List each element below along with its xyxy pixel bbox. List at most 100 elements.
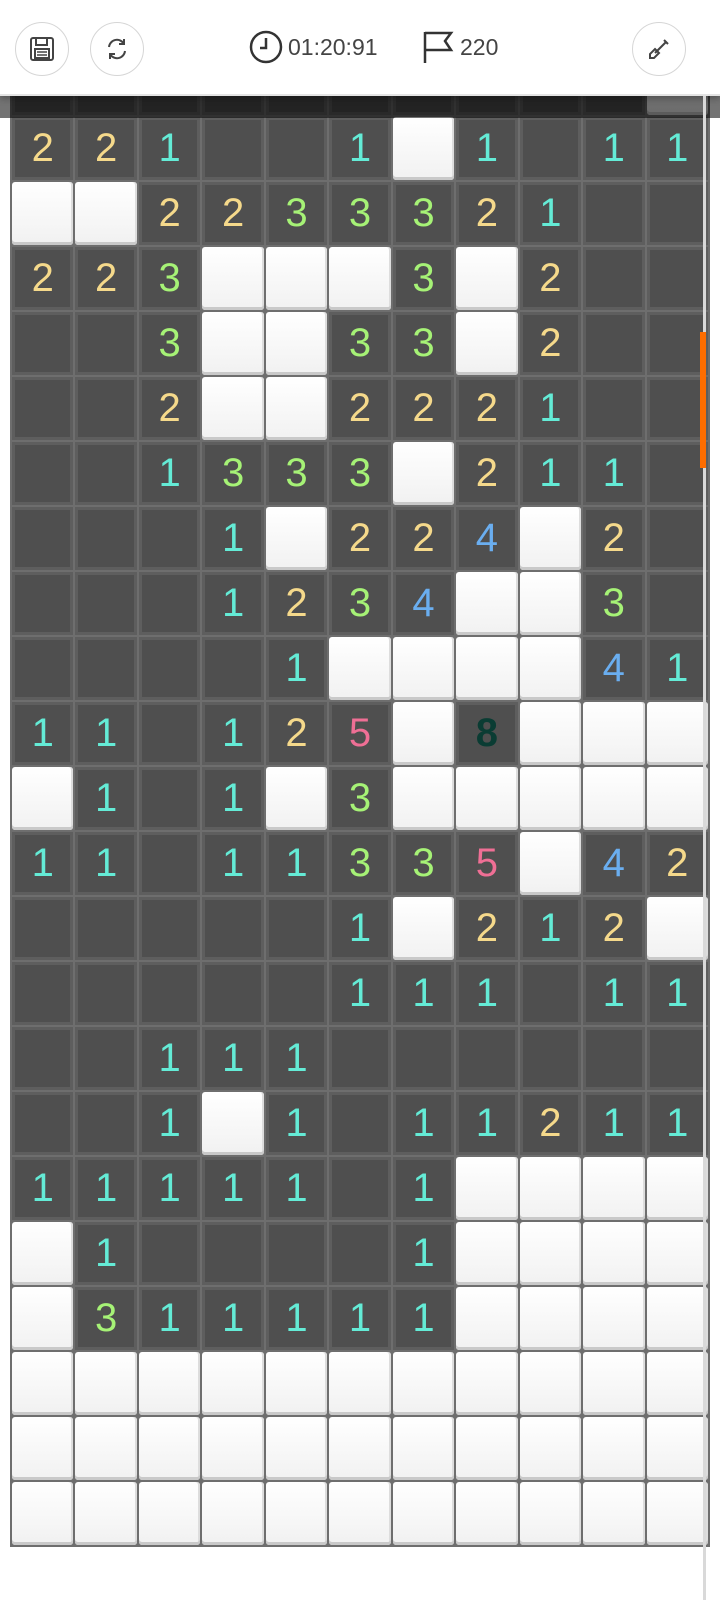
empty-cell[interactable]: [75, 897, 137, 960]
number-cell[interactable]: 2: [519, 247, 582, 310]
empty-cell[interactable]: [329, 1027, 391, 1090]
empty-cell[interactable]: [202, 117, 264, 180]
number-cell[interactable]: 1: [12, 1157, 74, 1220]
empty-cell[interactable]: [329, 1222, 391, 1285]
number-cell[interactable]: 1: [646, 962, 708, 1025]
empty-cell[interactable]: [12, 1092, 74, 1155]
number-cell[interactable]: 2: [12, 117, 74, 180]
empty-cell[interactable]: [12, 1027, 74, 1090]
number-cell[interactable]: 1: [202, 1157, 264, 1220]
number-cell[interactable]: 1: [329, 897, 391, 960]
number-cell[interactable]: 1: [138, 1287, 201, 1350]
unrevealed-cell[interactable]: [646, 1352, 708, 1415]
number-cell[interactable]: 4: [583, 637, 645, 700]
empty-cell[interactable]: [646, 572, 708, 635]
unrevealed-cell[interactable]: [12, 767, 74, 830]
unrevealed-cell[interactable]: [202, 1092, 264, 1155]
number-cell[interactable]: 4: [456, 507, 518, 570]
number-cell[interactable]: 2: [583, 897, 645, 960]
empty-cell[interactable]: [138, 897, 201, 960]
unrevealed-cell[interactable]: [12, 1352, 74, 1415]
number-cell[interactable]: 1: [583, 1092, 645, 1155]
number-cell[interactable]: 1: [265, 1157, 328, 1220]
number-cell[interactable]: 1: [265, 1027, 328, 1090]
number-cell[interactable]: 3: [329, 182, 391, 245]
number-cell[interactable]: 3: [329, 442, 391, 505]
number-cell[interactable]: 3: [265, 182, 328, 245]
unrevealed-cell[interactable]: [138, 1482, 201, 1545]
number-cell[interactable]: 2: [456, 377, 518, 440]
empty-cell[interactable]: [75, 312, 137, 375]
empty-cell[interactable]: [583, 182, 645, 245]
number-cell[interactable]: 1: [392, 1092, 455, 1155]
unrevealed-cell[interactable]: [583, 1157, 645, 1220]
unrevealed-cell[interactable]: [12, 1417, 74, 1480]
empty-cell[interactable]: [12, 572, 74, 635]
unrevealed-cell[interactable]: [329, 1482, 391, 1545]
number-cell[interactable]: 1: [138, 1157, 201, 1220]
empty-cell[interactable]: [265, 962, 328, 1025]
number-cell[interactable]: 2: [392, 507, 455, 570]
unrevealed-cell[interactable]: [202, 1352, 264, 1415]
empty-cell[interactable]: [138, 1222, 201, 1285]
number-cell[interactable]: 1: [265, 1287, 328, 1350]
number-cell[interactable]: 1: [329, 117, 391, 180]
unrevealed-cell[interactable]: [392, 117, 455, 180]
empty-cell[interactable]: [12, 507, 74, 570]
unrevealed-cell[interactable]: [265, 767, 328, 830]
number-cell[interactable]: 2: [519, 1092, 582, 1155]
empty-cell[interactable]: [265, 897, 328, 960]
number-cell[interactable]: 2: [75, 247, 137, 310]
unrevealed-cell[interactable]: [583, 1482, 645, 1545]
unrevealed-cell[interactable]: [519, 1157, 582, 1220]
unrevealed-cell[interactable]: [646, 1482, 708, 1545]
unrevealed-cell[interactable]: [138, 1417, 201, 1480]
unrevealed-cell[interactable]: [646, 1417, 708, 1480]
number-cell[interactable]: 1: [519, 897, 582, 960]
number-cell[interactable]: 3: [75, 1287, 137, 1350]
unrevealed-cell[interactable]: [456, 312, 518, 375]
empty-cell[interactable]: [138, 507, 201, 570]
unrevealed-cell[interactable]: [392, 767, 455, 830]
number-cell[interactable]: 1: [202, 1027, 264, 1090]
unrevealed-cell[interactable]: [12, 1287, 74, 1350]
unrevealed-cell[interactable]: [583, 767, 645, 830]
unrevealed-cell[interactable]: [392, 637, 455, 700]
unrevealed-cell[interactable]: [583, 1417, 645, 1480]
unrevealed-cell[interactable]: [12, 1482, 74, 1545]
unrevealed-cell[interactable]: [392, 442, 455, 505]
empty-cell[interactable]: [75, 377, 137, 440]
unrevealed-cell[interactable]: [456, 1482, 518, 1545]
unrevealed-cell[interactable]: [519, 1222, 582, 1285]
empty-cell[interactable]: [75, 572, 137, 635]
empty-cell[interactable]: [583, 1027, 645, 1090]
empty-cell[interactable]: [138, 962, 201, 1025]
number-cell[interactable]: 2: [456, 442, 518, 505]
number-cell[interactable]: 3: [392, 182, 455, 245]
number-cell[interactable]: 1: [202, 507, 264, 570]
empty-cell[interactable]: [392, 1027, 455, 1090]
number-cell[interactable]: 2: [583, 507, 645, 570]
number-cell[interactable]: 1: [75, 1157, 137, 1220]
number-cell[interactable]: 2: [138, 377, 201, 440]
number-cell[interactable]: 2: [646, 832, 708, 895]
number-cell[interactable]: 4: [392, 572, 455, 635]
unrevealed-cell[interactable]: [519, 507, 582, 570]
number-cell[interactable]: 1: [392, 962, 455, 1025]
number-cell[interactable]: 2: [75, 117, 137, 180]
unrevealed-cell[interactable]: [519, 1417, 582, 1480]
empty-cell[interactable]: [75, 962, 137, 1025]
number-cell[interactable]: 3: [138, 247, 201, 310]
unrevealed-cell[interactable]: [329, 247, 391, 310]
empty-cell[interactable]: [646, 312, 708, 375]
unrevealed-cell[interactable]: [392, 702, 455, 765]
number-cell[interactable]: 3: [329, 767, 391, 830]
empty-cell[interactable]: [138, 572, 201, 635]
number-cell[interactable]: 2: [456, 897, 518, 960]
empty-cell[interactable]: [646, 182, 708, 245]
empty-cell[interactable]: [138, 832, 201, 895]
number-cell[interactable]: 1: [456, 117, 518, 180]
number-cell[interactable]: 3: [138, 312, 201, 375]
unrevealed-cell[interactable]: [392, 1417, 455, 1480]
empty-cell[interactable]: [519, 1027, 582, 1090]
